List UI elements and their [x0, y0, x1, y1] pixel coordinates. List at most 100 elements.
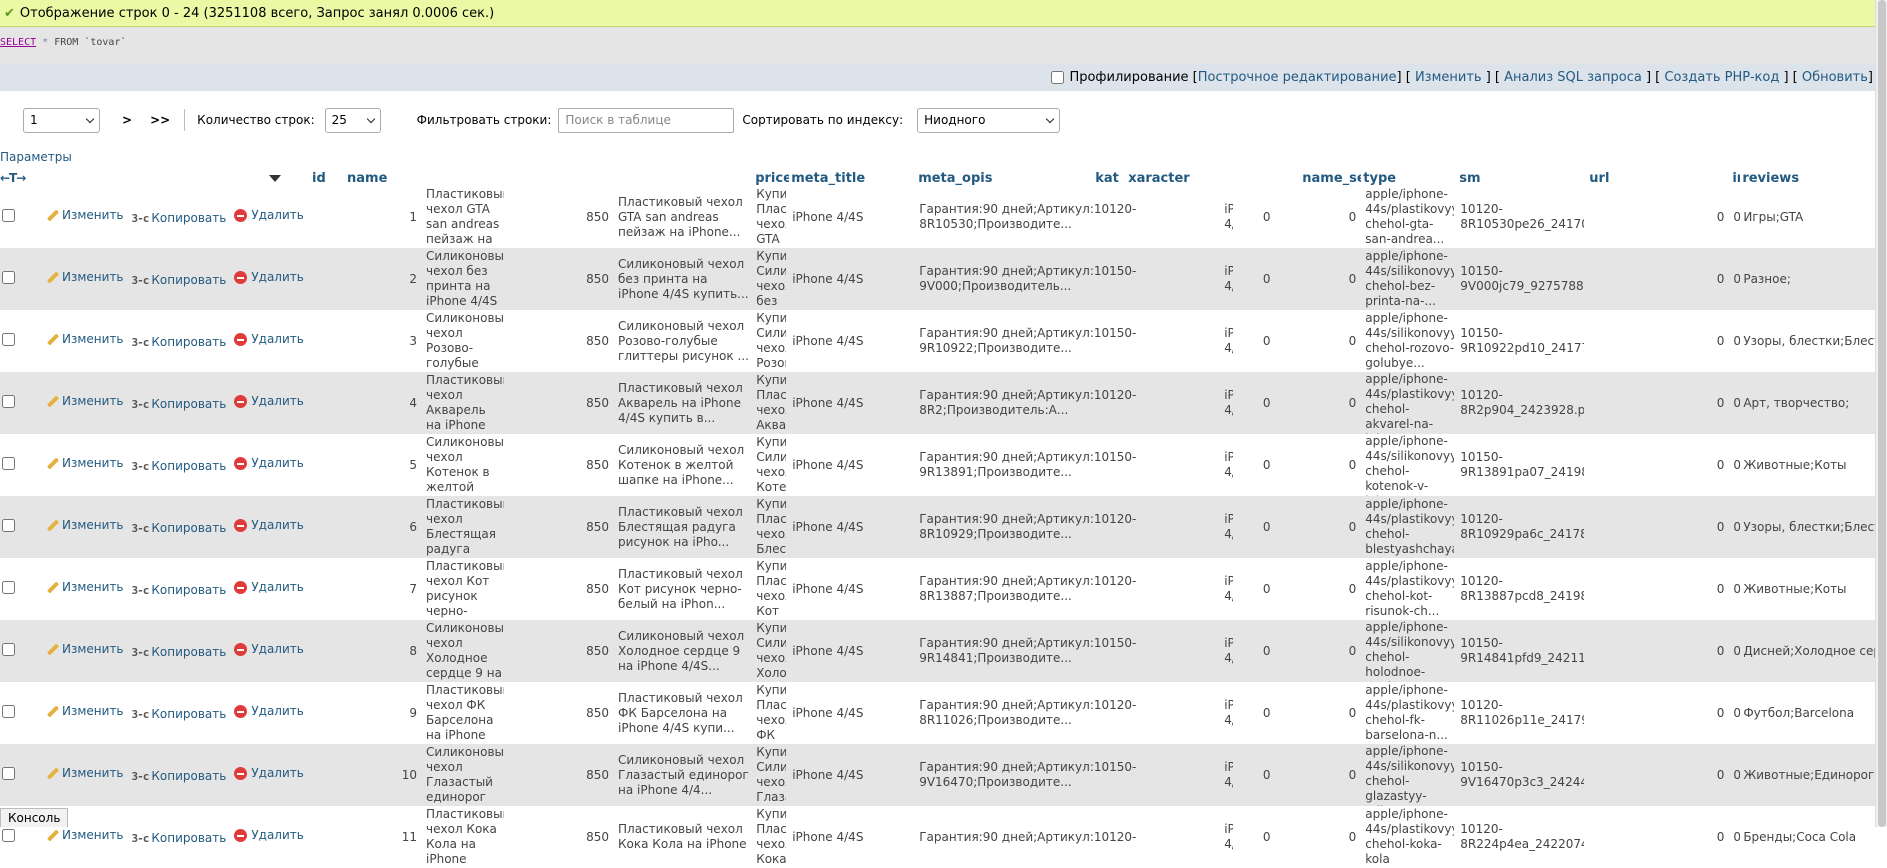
cell-meta-title: Силиконовый чехол Холодное сердце 9 на i… [615, 620, 754, 682]
row-checkbox[interactable] [2, 766, 15, 780]
row-actions-cell: Изменить 3-c Копировать Удалить [21, 558, 344, 620]
copy-row-button[interactable]: 3-c Копировать [132, 211, 227, 226]
row-checkbox[interactable] [2, 642, 15, 656]
copy-row-button[interactable]: 3-c Копировать [132, 521, 227, 536]
row-checkbox[interactable] [2, 518, 15, 532]
column-header-kat[interactable]: kat [1093, 164, 1126, 186]
delete-row-button[interactable]: Удалить [234, 580, 304, 595]
sort-index-select[interactable]: Ниодного [917, 107, 1061, 133]
edit-row-button[interactable]: Изменить [46, 394, 124, 409]
delete-row-button[interactable]: Удалить [234, 208, 304, 223]
copy-row-button[interactable]: 3-c Копировать [132, 273, 227, 288]
cell-type: 0 [1233, 434, 1301, 496]
inline-edit-link[interactable]: Построчное редактирование [1198, 70, 1397, 85]
column-header-xaracter[interactable]: xaracter [1126, 164, 1300, 186]
column-header-name-ser[interactable]: name_ser [1300, 164, 1361, 186]
column-arrows-icon[interactable]: ←T→ [0, 171, 26, 185]
edit-row-button[interactable]: Изменить [46, 704, 124, 719]
row-checkbox[interactable] [2, 828, 15, 842]
edit-row-button[interactable]: Изменить [46, 270, 124, 285]
success-message-bar: ✔ Отображение строк 0 - 24 (3251108 всег… [0, 0, 1887, 27]
page-select[interactable]: 1 [23, 107, 100, 133]
column-header-id[interactable]: id [289, 164, 343, 186]
cell-meta-opis: Купить Пластиковый чехол GTA san andreas… [753, 186, 790, 248]
delete-row-button[interactable]: Удалить [234, 766, 304, 781]
edit-row-button[interactable]: Изменить [46, 518, 124, 533]
copy-row-button[interactable]: 3-c Копировать [132, 707, 227, 722]
table-body: Изменить 3-c Копировать Удалить 1 Пластиковый… [0, 186, 1887, 868]
column-header-price[interactable]: price [753, 164, 789, 186]
column-header-name[interactable]: name [343, 164, 753, 186]
column-header-type[interactable]: type [1361, 164, 1457, 186]
next-page-button[interactable]: > [122, 113, 132, 127]
delete-row-button[interactable]: Удалить [234, 518, 304, 533]
edit-row-button[interactable]: Изменить [46, 766, 124, 781]
row-checkbox[interactable] [2, 332, 15, 346]
cell-meta-title: Пластиковый чехол Кот рисунок черно-белы… [615, 558, 754, 620]
edit-row-button[interactable]: Изменить [46, 580, 124, 595]
sql-query-box[interactable]: SELECT * FROM `tovar` [0, 27, 1887, 63]
cell-name-ser: iPhone 4/4S [1221, 558, 1234, 620]
column-header-url[interactable]: url [1587, 164, 1730, 186]
copy-row-button[interactable]: 3-c Копировать [132, 583, 227, 598]
cell-img: 10120-8R10530pe26_2417032.png [1457, 186, 1588, 248]
last-page-button[interactable]: >> [150, 113, 170, 127]
cell-count-reviews: 0 [1730, 558, 1741, 620]
column-header-sm[interactable]: sm [1457, 164, 1587, 186]
edit-row-button[interactable]: Изменить [46, 456, 124, 471]
explain-sql-link[interactable]: Анализ SQL запроса [1504, 70, 1642, 85]
cell-reviews: 0 [1587, 496, 1731, 558]
triangle-down-icon[interactable] [269, 175, 282, 182]
console-button[interactable]: Консоль [0, 808, 69, 827]
cell-meta-opis: Купить Силиконовый чехол Холодное сердце… [753, 620, 790, 682]
refresh-link[interactable]: Обновить [1802, 70, 1868, 85]
copy-row-button[interactable]: 3-c Копировать [132, 397, 227, 412]
table-row: Изменить 3-c Копировать Удалить 8 Силиконовый… [0, 620, 1887, 682]
delete-row-button[interactable]: Удалить [234, 456, 304, 471]
column-header-img[interactable]: img [1730, 164, 1740, 186]
delete-row-button[interactable]: Удалить [234, 704, 304, 719]
parameters-link[interactable]: Параметры [0, 150, 72, 164]
sql-keyword-select[interactable]: SELECT [0, 37, 36, 48]
edit-row-button[interactable]: Изменить [46, 828, 124, 843]
column-header-meta-title[interactable]: meta_title [789, 164, 916, 186]
column-header-reviews[interactable]: reviews [1740, 164, 1887, 186]
select-arrows-header[interactable]: ←T→ [0, 164, 289, 186]
edit-row-button[interactable]: Изменить [46, 332, 124, 347]
edit-query-link[interactable]: Изменить [1415, 70, 1482, 85]
create-php-link[interactable]: Создать PHP-код [1664, 70, 1779, 85]
edit-row-button[interactable]: Изменить [46, 208, 124, 223]
delete-row-button[interactable]: Удалить [234, 394, 304, 409]
delete-row-button[interactable]: Удалить [234, 828, 304, 843]
filter-rows-input[interactable] [558, 107, 735, 133]
copy-row-button[interactable]: 3-c Копировать [132, 645, 227, 660]
copy-icon: 3-c [131, 274, 150, 287]
row-checkbox[interactable] [2, 208, 15, 222]
rows-count-select[interactable]: 25 [324, 107, 381, 133]
column-header-meta-opis[interactable]: meta_opis [916, 164, 1093, 186]
row-checkbox[interactable] [2, 704, 15, 718]
row-checkbox[interactable] [2, 580, 15, 594]
cell-name: Пластиковый чехол GTA san andreas пейзаж… [423, 186, 508, 248]
cell-reviews: 0 [1587, 310, 1731, 372]
copy-icon: 3-c [131, 460, 150, 473]
row-checkbox[interactable] [2, 394, 15, 408]
copy-row-button[interactable]: 3-c Копировать [132, 459, 227, 474]
copy-row-button[interactable]: 3-c Копировать [132, 831, 227, 846]
delete-row-button[interactable]: Удалить [234, 642, 304, 657]
scrollbar-thumb[interactable] [1878, 0, 1886, 827]
edit-row-button[interactable]: Изменить [46, 642, 124, 657]
profiling-checkbox[interactable] [1051, 70, 1065, 84]
row-checkbox[interactable] [2, 270, 15, 284]
copy-row-button[interactable]: 3-c Копировать [132, 335, 227, 350]
cell-type: 0 [1233, 372, 1301, 434]
success-message: Отображение строк 0 - 24 (3251108 всего,… [19, 5, 495, 21]
cell-teg: Узоры, блестки;Блестки [1740, 310, 1887, 372]
vertical-scrollbar[interactable] [1875, 0, 1887, 827]
row-checkbox[interactable] [2, 456, 15, 470]
delete-icon [234, 209, 248, 222]
delete-row-button[interactable]: Удалить [234, 270, 304, 285]
delete-row-button[interactable]: Удалить [234, 332, 304, 347]
copy-row-button[interactable]: 3-c Копировать [132, 769, 227, 784]
cell-meta-title: Силиконовый чехол Котенок в желтой шапке… [615, 434, 754, 496]
